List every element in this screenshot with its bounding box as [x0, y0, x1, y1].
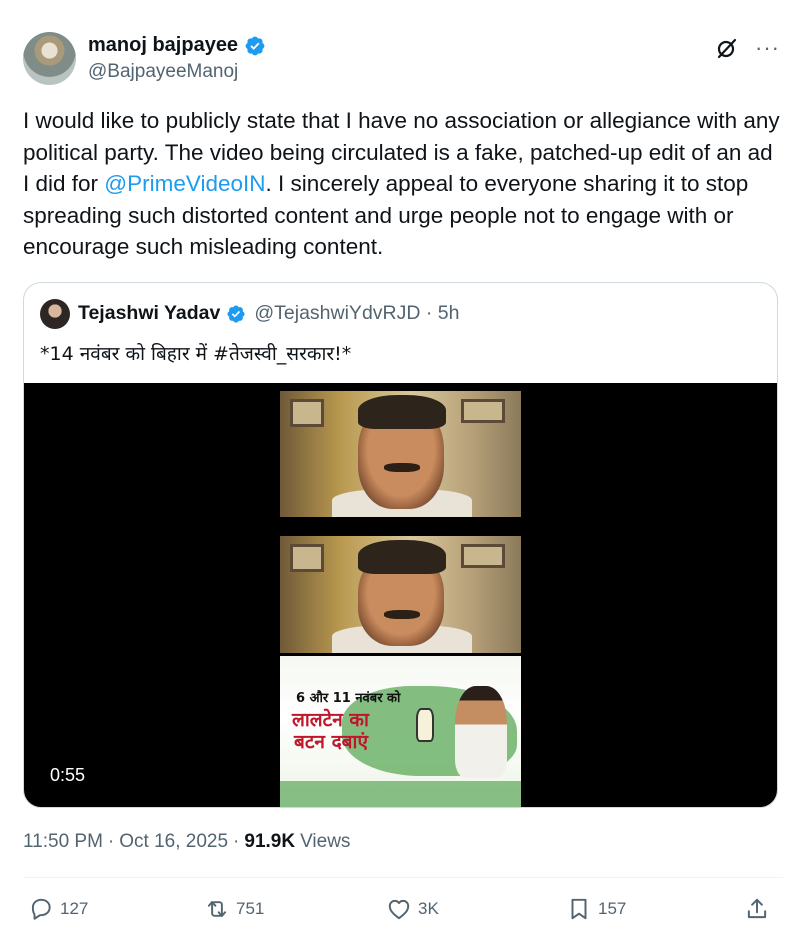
person-mustache: [384, 463, 420, 472]
video-player[interactable]: 6 और 11 नवंबर को लालटेन का बटन दबाएं 0:5…: [24, 383, 777, 807]
divider: [23, 877, 783, 878]
verified-badge-icon: [245, 36, 265, 55]
video-duration: 0:55: [50, 765, 86, 785]
reply-icon: [31, 898, 51, 920]
reply-button[interactable]: 127: [28, 896, 88, 922]
video-frame-poster: 6 और 11 नवंबर को लालटेन का बटन दबाएं: [280, 656, 521, 807]
poster-person: [455, 686, 507, 778]
wall-frame: [461, 399, 505, 423]
wall-frame: [461, 544, 505, 568]
quoted-tweet-card[interactable]: Tejashwi Yadav @TejashwiYdvRJD · 5h *14 …: [23, 282, 778, 808]
person-hair: [358, 395, 446, 429]
bookmark-button[interactable]: 157: [566, 896, 626, 922]
poster-greenery: [280, 781, 521, 807]
quoted-display-name[interactable]: Tejashwi Yadav: [78, 302, 220, 325]
quoted-tweet-text: *14 नवंबर को बिहार में #तेजस्वी_सरकार!*: [40, 343, 352, 365]
tweet-top-actions: ···: [715, 36, 780, 60]
video-frame: [280, 391, 521, 517]
poster-text-line: 6 और 11 नवंबर को: [296, 691, 401, 706]
repost-icon: [207, 900, 227, 918]
tweet-meta: 11:50 PM · Oct 16, 2025 · 91.9K Views: [23, 831, 350, 853]
person-mustache: [384, 610, 420, 619]
tweet-text: I would like to publicly state that I ha…: [23, 105, 783, 263]
video-scene: [280, 536, 521, 653]
repost-button[interactable]: 751: [204, 896, 264, 922]
mention-link[interactable]: @PrimeVideoIN: [104, 171, 265, 196]
more-icon[interactable]: ···: [755, 37, 780, 59]
like-count: 3K: [418, 899, 439, 918]
bookmark-count: 157: [598, 899, 627, 918]
meta-separator: ·: [233, 831, 240, 852]
author-name-row: manoj bajpayee: [88, 34, 266, 57]
poster-text-line: बटन दबाएं: [294, 731, 368, 753]
quoted-avatar[interactable]: [40, 299, 70, 329]
campaign-poster: 6 और 11 नवंबर को लालटेन का बटन दबाएं: [280, 656, 521, 807]
views-label: Views: [300, 831, 351, 852]
grok-icon[interactable]: [715, 36, 739, 60]
author-display-name[interactable]: manoj bajpayee: [88, 34, 238, 57]
like-button[interactable]: 3K: [386, 896, 439, 922]
wall-frame: [290, 544, 324, 572]
tweet-date[interactable]: Oct 16, 2025: [119, 831, 228, 853]
share-button[interactable]: [744, 896, 770, 922]
verified-badge-icon: [227, 304, 245, 323]
video-frame: [280, 536, 521, 653]
author-handle[interactable]: @BajpayeeManoj: [88, 61, 238, 83]
repost-count: 751: [236, 899, 265, 918]
meta-separator: ·: [107, 831, 115, 852]
tweet-actions: 127 751 3K 157: [28, 896, 778, 924]
lantern-icon: [416, 708, 434, 742]
quoted-header: Tejashwi Yadav @TejashwiYdvRJD · 5h: [78, 302, 459, 325]
video-scene: [280, 391, 521, 517]
avatar[interactable]: [23, 32, 76, 85]
bookmark-icon: [571, 898, 587, 920]
views-count: 91.9K: [244, 831, 296, 852]
person-hair: [358, 540, 446, 574]
heart-icon: [388, 899, 410, 920]
quoted-handle-time[interactable]: @TejashwiYdvRJD · 5h: [254, 302, 459, 325]
tweet-time[interactable]: 11:50 PM: [23, 831, 103, 853]
wall-frame: [290, 399, 324, 427]
reply-count: 127: [60, 899, 89, 918]
share-icon: [747, 898, 767, 919]
